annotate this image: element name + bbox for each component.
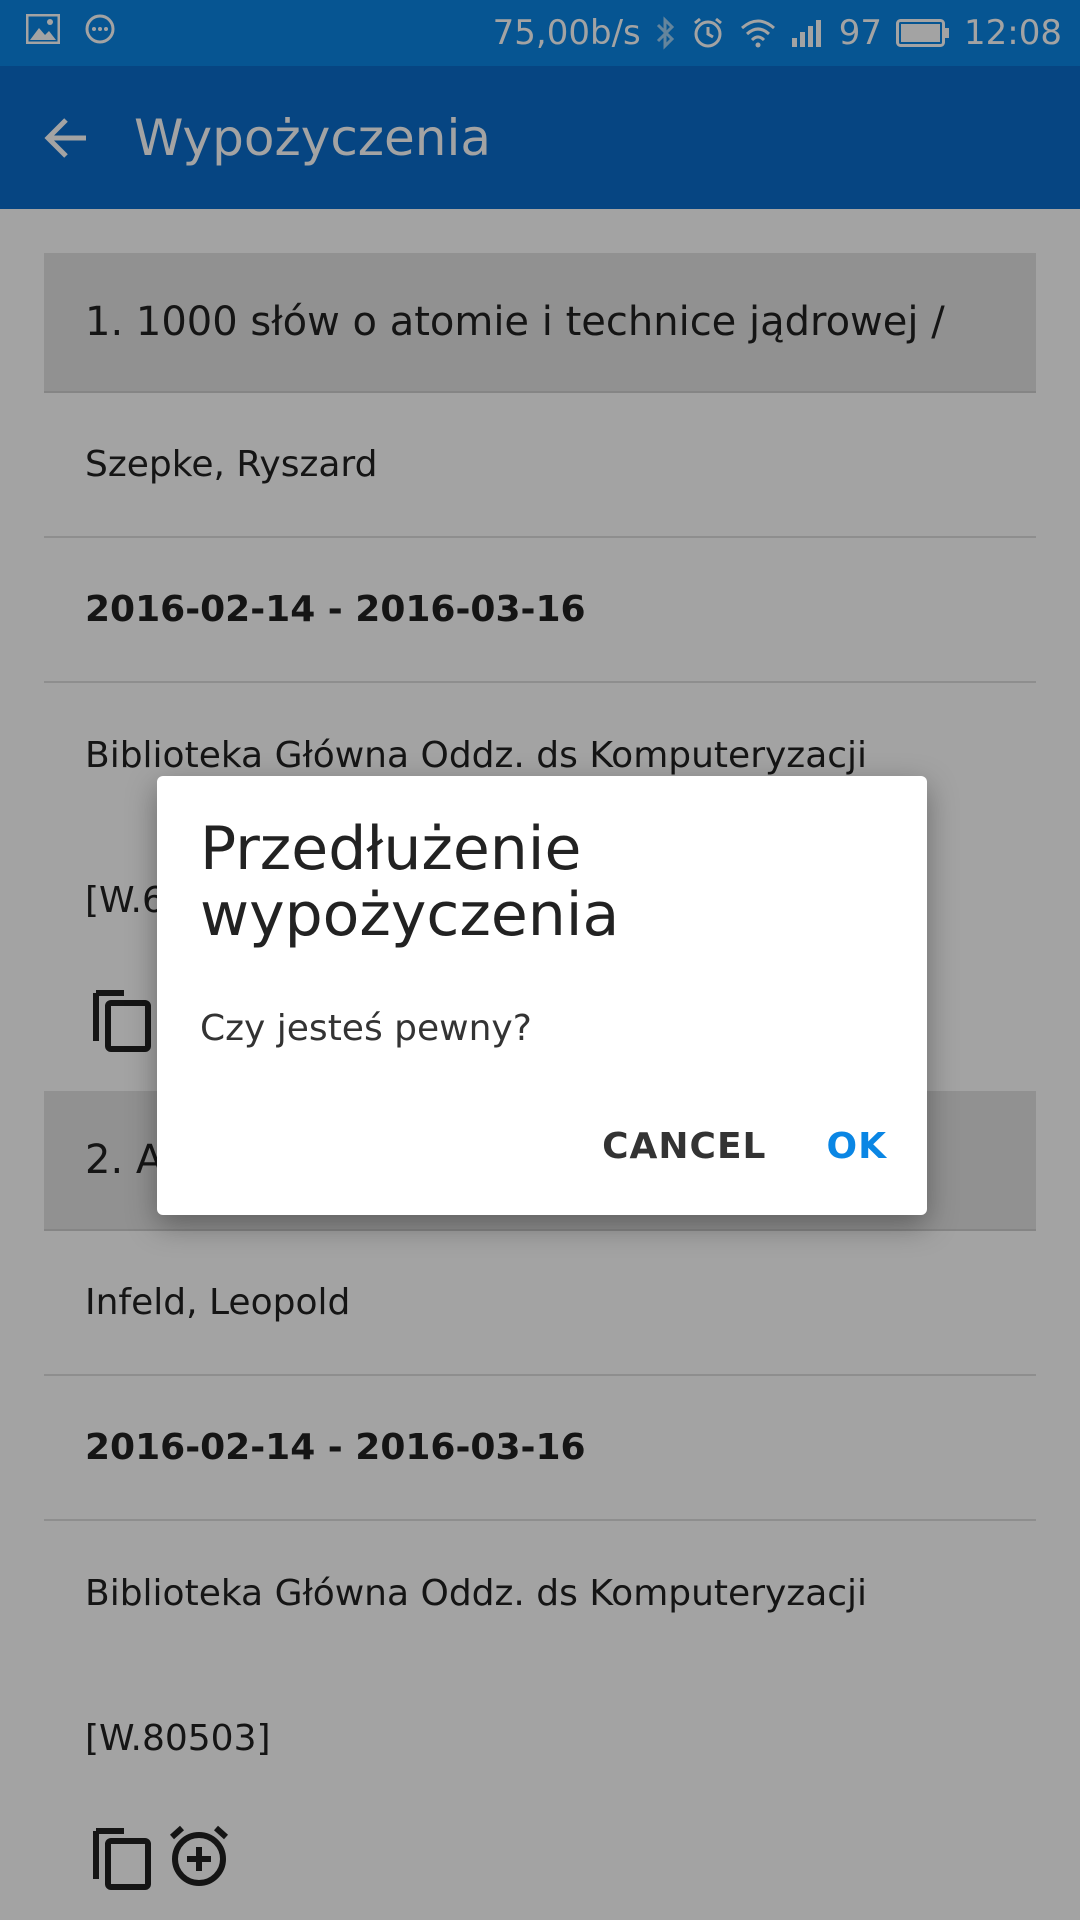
ok-button[interactable]: OK (827, 1126, 888, 1167)
confirm-dialog: Przedłużenie wypożyczenia Czy jesteś pew… (157, 776, 927, 1215)
cancel-button[interactable]: CANCEL (602, 1126, 766, 1167)
dialog-message: Czy jesteś pewny? (200, 1008, 532, 1049)
dialog-title-line: Przedłużenie (200, 814, 582, 884)
dialog-title: Przedłużenie wypożyczenia (200, 816, 890, 948)
dialog-title-line: wypożyczenia (200, 880, 620, 950)
dialog-actions: CANCEL OK (602, 1126, 887, 1167)
